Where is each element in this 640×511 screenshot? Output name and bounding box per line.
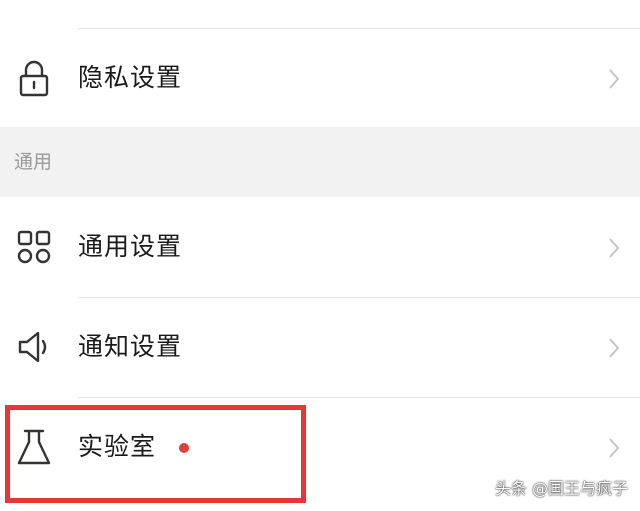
chevron-right-icon [609,438,620,458]
watermark: 头条 @国王与疯子 [494,479,628,498]
settings-row-privacy[interactable]: 隐私设置 [0,29,640,127]
section-title: 通用 [14,151,53,173]
speaker-icon [18,331,47,363]
chevron-right-icon [609,338,620,358]
highlight-annotation-box [5,405,306,503]
settings-row-partial[interactable] [0,0,640,28]
settings-row-general[interactable]: 通用设置 [0,198,640,296]
settings-row-label: 通用设置 [78,232,183,261]
chevron-right-icon [609,69,620,89]
chevron-right-icon [609,238,620,258]
settings-row-label: 通知设置 [78,332,183,361]
settings-screen: 隐私设置 通用 通用设置 通知设置 实验室 头条 @国王与疯子 [0,0,640,511]
settings-row-label: 隐私设置 [78,63,183,92]
section-header-general: 通用 [0,127,640,197]
settings-row-notifications[interactable]: 通知设置 [0,298,640,396]
grid-icon [17,230,51,264]
lock-icon [19,60,49,97]
